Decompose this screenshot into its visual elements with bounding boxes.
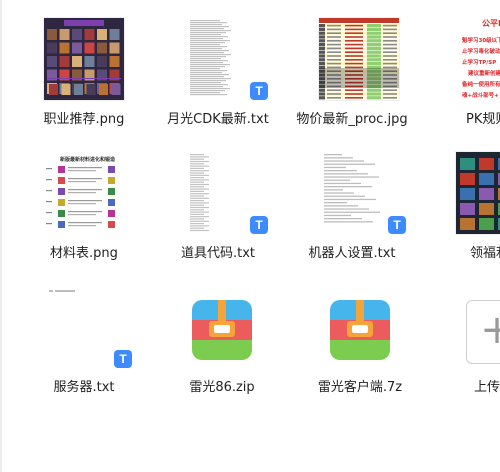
file-name: 服务器.txt (53, 380, 115, 395)
file-name: 雷光86.zip (189, 380, 255, 395)
upload-label: 上传文 (474, 380, 500, 395)
pk-line: 备纯一使用所有 (462, 82, 500, 88)
material-table-image: 新版最新材料进化和锻造 (44, 152, 124, 234)
file-name: 月光CDK最新.txt (167, 112, 269, 127)
upload-button[interactable]: + (466, 300, 500, 364)
welfare-image (456, 152, 500, 234)
archive-thumbnail (300, 286, 420, 368)
file-name: 物价最新_proc.jpg (296, 112, 408, 127)
image-thumbnail: 新版最新材料进化和锻造 (24, 152, 144, 234)
class-grid-image (44, 18, 124, 100)
text-page-preview (188, 18, 248, 100)
pk-rules-image: 公平PK 魁学习30级以下 止学习毒化破动 止学习TP/SP 建议重新创建一 备… (456, 18, 500, 100)
text-page-preview (48, 286, 108, 368)
file-tile[interactable]: 新版最新材料进化和锻造 材料表.png (24, 152, 144, 272)
text-file-icon: T (114, 350, 132, 368)
image-thumbnail: 公平PK 魁学习30级以下 止学习毒化破动 止学习TP/SP 建议重新创建一 备… (426, 18, 500, 100)
7z-icon (330, 300, 390, 360)
text-thumbnail: T (158, 18, 278, 100)
text-file-icon: T (388, 216, 406, 234)
text-file-icon: T (250, 216, 268, 234)
file-name: 道具代码.txt (180, 246, 256, 261)
file-tile[interactable]: 雷光86.zip (162, 286, 282, 406)
text-page-preview (188, 152, 248, 234)
zip-icon (192, 300, 252, 360)
image-thumbnail (24, 18, 144, 100)
pk-line: 魁学习30级以下 (462, 38, 500, 44)
file-tile[interactable]: T 机器人设置.txt (292, 152, 412, 272)
pk-line: 止学习TP/SP (462, 60, 497, 66)
image-thumbnail (426, 152, 500, 234)
file-name: 机器人设置.txt (308, 246, 396, 261)
file-tile[interactable]: T 月光CDK最新.txt (158, 18, 278, 138)
upload-tile[interactable]: + 上传文 (426, 286, 500, 406)
file-tile[interactable]: 雷光客户端.7z (300, 286, 420, 406)
left-edge-divider (0, 0, 2, 472)
plus-icon: + (480, 307, 500, 353)
file-name: PK规则 (466, 112, 500, 127)
file-tile[interactable]: 领福利 (426, 152, 500, 272)
text-file-icon: T (250, 82, 268, 100)
image-thumbnail (292, 18, 412, 100)
text-thumbnail: T (24, 286, 144, 368)
pk-line: 止学习毒化破动 (462, 49, 500, 55)
file-tile[interactable]: T 道具代码.txt (158, 152, 278, 272)
file-name: 材料表.png (50, 246, 118, 261)
price-table-image (319, 18, 399, 100)
file-name: 雷光客户端.7z (317, 380, 403, 395)
file-tile[interactable]: T 服务器.txt (24, 286, 144, 406)
pk-title: 公平PK (482, 19, 500, 28)
text-thumbnail: T (158, 152, 278, 234)
upload-thumbnail: + (426, 286, 500, 368)
text-thumbnail: T (292, 152, 412, 234)
file-name: 领福利 (470, 246, 500, 261)
archive-thumbnail (162, 286, 282, 368)
file-grid-view: 职业推荐.png T 月光CDK最新.txt 物价最新_proc.jpg 公平 … (0, 0, 500, 472)
pk-line: 建议重新创建一 (468, 71, 500, 77)
file-tile[interactable]: 物价最新_proc.jpg (292, 18, 412, 138)
file-tile[interactable]: 公平PK 魁学习30级以下 止学习毒化破动 止学习TP/SP 建议重新创建一 备… (426, 18, 500, 138)
file-tile[interactable]: 职业推荐.png (24, 18, 144, 138)
text-page-preview (322, 152, 386, 234)
file-name: 职业推荐.png (43, 112, 125, 127)
pk-line: 魂+战斗部号+ (462, 93, 499, 99)
